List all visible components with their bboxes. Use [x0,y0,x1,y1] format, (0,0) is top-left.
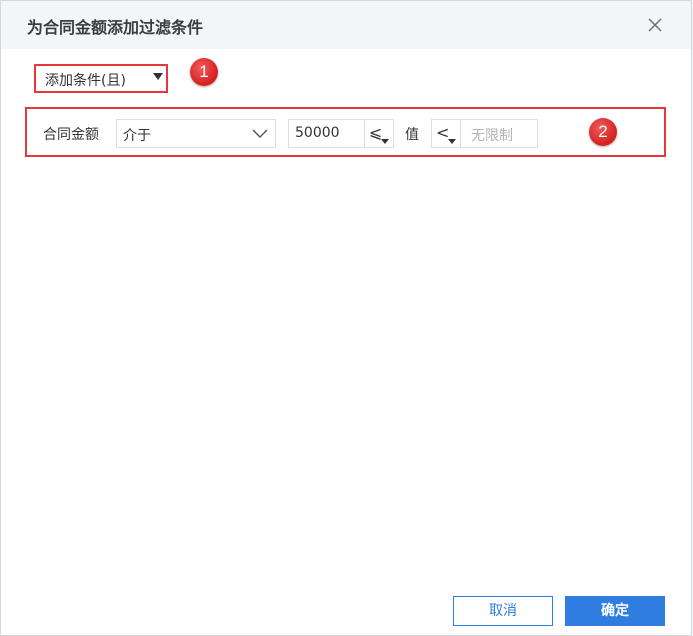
dialog-header: 为合同金额添加过滤条件 [1,1,691,49]
lower-value-input[interactable]: 50000 [288,119,365,148]
confirm-button[interactable]: 确定 [565,596,665,626]
upper-value-placeholder: 无限制 [471,128,513,144]
lower-comparator-select[interactable]: ⩽ [364,119,394,148]
condition-row: 合同金额 介于 50000 ⩽ 值 < 无限制 [25,107,666,157]
upper-comparator-select[interactable]: < [431,119,461,148]
dialog-title: 为合同金额添加过滤条件 [27,18,204,37]
lower-value: 50000 [295,125,340,141]
operator-select[interactable]: 介于 [116,119,276,148]
caret-down-icon [153,73,163,80]
caret-down-icon [448,139,456,144]
close-icon[interactable] [643,13,667,37]
condition-field-label: 合同金额 [43,127,99,143]
value-label: 值 [405,127,419,143]
add-condition-label: 添加条件(且) [45,73,126,89]
annotation-badge-2: 2 [589,118,617,146]
add-condition-button[interactable]: 添加条件(且) [34,64,168,93]
upper-value-input[interactable]: 无限制 [460,119,538,148]
operator-value: 介于 [123,128,151,144]
annotation-badge-1: 1 [190,58,218,86]
caret-down-icon [381,139,389,144]
filter-dialog: 为合同金额添加过滤条件 添加条件(且) 1 合同金额 介于 50000 ⩽ 值 [0,0,692,636]
cancel-button[interactable]: 取消 [453,596,553,626]
chevron-down-icon [252,129,268,138]
